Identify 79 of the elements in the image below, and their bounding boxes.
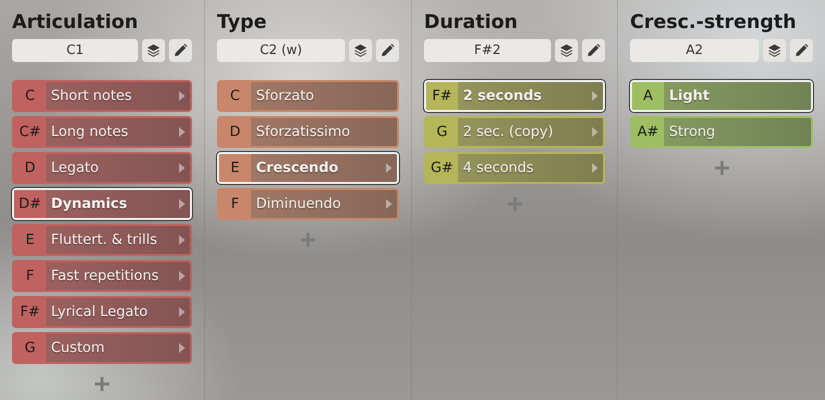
key-label: G [14, 334, 46, 362]
list-item[interactable]: F Fast repetitions [12, 260, 192, 292]
list-item[interactable]: E Fluttert. & trills [12, 224, 192, 256]
list-item[interactable]: C# Long notes [12, 116, 192, 148]
item-label: Dynamics [50, 196, 128, 212]
key-field[interactable]: A2 [630, 39, 759, 62]
plus-icon [508, 197, 522, 211]
item-label: Custom [50, 340, 105, 356]
key-label: F [14, 262, 46, 290]
key-label: A# [632, 118, 664, 146]
item-label: Crescendo [255, 160, 338, 176]
item-label: Fast repetitions [50, 268, 159, 284]
item-label: Diminuendo [255, 196, 341, 212]
list-item[interactable]: G Custom [12, 332, 192, 364]
list-item[interactable]: C Sforzato [217, 80, 399, 112]
layers-icon[interactable] [146, 43, 161, 58]
item-label: Fluttert. & trills [50, 232, 158, 248]
item-label: 4 seconds [462, 160, 534, 176]
key-label: F [219, 190, 251, 218]
key-label: D# [14, 190, 46, 218]
key-label: C [219, 82, 251, 110]
item-label: Sforzato [255, 88, 314, 104]
key-label: E [14, 226, 46, 254]
column-title: Type [217, 10, 268, 35]
list-item[interactable]: D Sforzatissimo [217, 116, 399, 148]
layers-button[interactable] [763, 39, 786, 62]
column-title: Duration [424, 10, 519, 35]
key-label: G [426, 118, 458, 146]
key-field[interactable]: F#2 [424, 39, 551, 62]
item-label: Short notes [50, 88, 132, 104]
item-label: 2 sec. (copy) [462, 124, 554, 140]
pencil-icon[interactable] [173, 43, 188, 58]
item-label: Long notes [50, 124, 128, 140]
list-item[interactable]: A# Strong [630, 116, 813, 148]
key-label: F# [426, 82, 458, 110]
list-item[interactable]: D Legato [12, 152, 192, 184]
list-item[interactable]: G# 4 seconds [424, 152, 605, 184]
plus-icon [714, 161, 728, 175]
item-label: Light [668, 88, 710, 104]
plus-icon [301, 233, 315, 247]
list-item[interactable]: G 2 sec. (copy) [424, 116, 605, 148]
list-item[interactable]: E Crescendo [217, 152, 399, 184]
edit-button[interactable] [376, 39, 399, 62]
key-field[interactable]: C1 [12, 39, 138, 62]
list-item[interactable]: F# 2 seconds [424, 80, 605, 112]
list-item[interactable]: D# Dynamics [12, 188, 192, 220]
item-label: Legato [50, 160, 99, 176]
layers-icon[interactable] [353, 43, 368, 58]
layers-icon[interactable] [767, 43, 782, 58]
list-item[interactable]: C Short notes [12, 80, 192, 112]
layers-button[interactable] [349, 39, 372, 62]
key-label: D [219, 118, 251, 146]
key-label: F# [14, 298, 46, 326]
layers-icon[interactable] [559, 43, 574, 58]
key-label: C [14, 82, 46, 110]
item-label: Lyrical Legato [50, 304, 148, 320]
layers-button[interactable] [142, 39, 165, 62]
column-title: Articulation [12, 10, 139, 35]
pencil-icon[interactable] [586, 43, 601, 58]
list-item[interactable]: A Light [630, 80, 813, 112]
item-label: Sforzatissimo [255, 124, 350, 140]
key-field[interactable]: C2 (w) [217, 39, 345, 62]
list-item[interactable]: F# Lyrical Legato [12, 296, 192, 328]
edit-button[interactable] [790, 39, 813, 62]
pencil-icon[interactable] [794, 43, 809, 58]
item-label: Strong [668, 124, 716, 140]
edit-button[interactable] [582, 39, 605, 62]
key-label: C# [14, 118, 46, 146]
layers-button[interactable] [555, 39, 578, 62]
edit-button[interactable] [169, 39, 192, 62]
key-label: E [219, 154, 251, 182]
list-item[interactable]: F Diminuendo [217, 188, 399, 220]
item-label: 2 seconds [462, 88, 542, 104]
pencil-icon[interactable] [380, 43, 395, 58]
key-label: A [632, 82, 664, 110]
column-title: Cresc.-strength [630, 10, 798, 35]
key-label: G# [426, 154, 458, 182]
key-label: D [14, 154, 46, 182]
plus-icon [95, 377, 109, 391]
